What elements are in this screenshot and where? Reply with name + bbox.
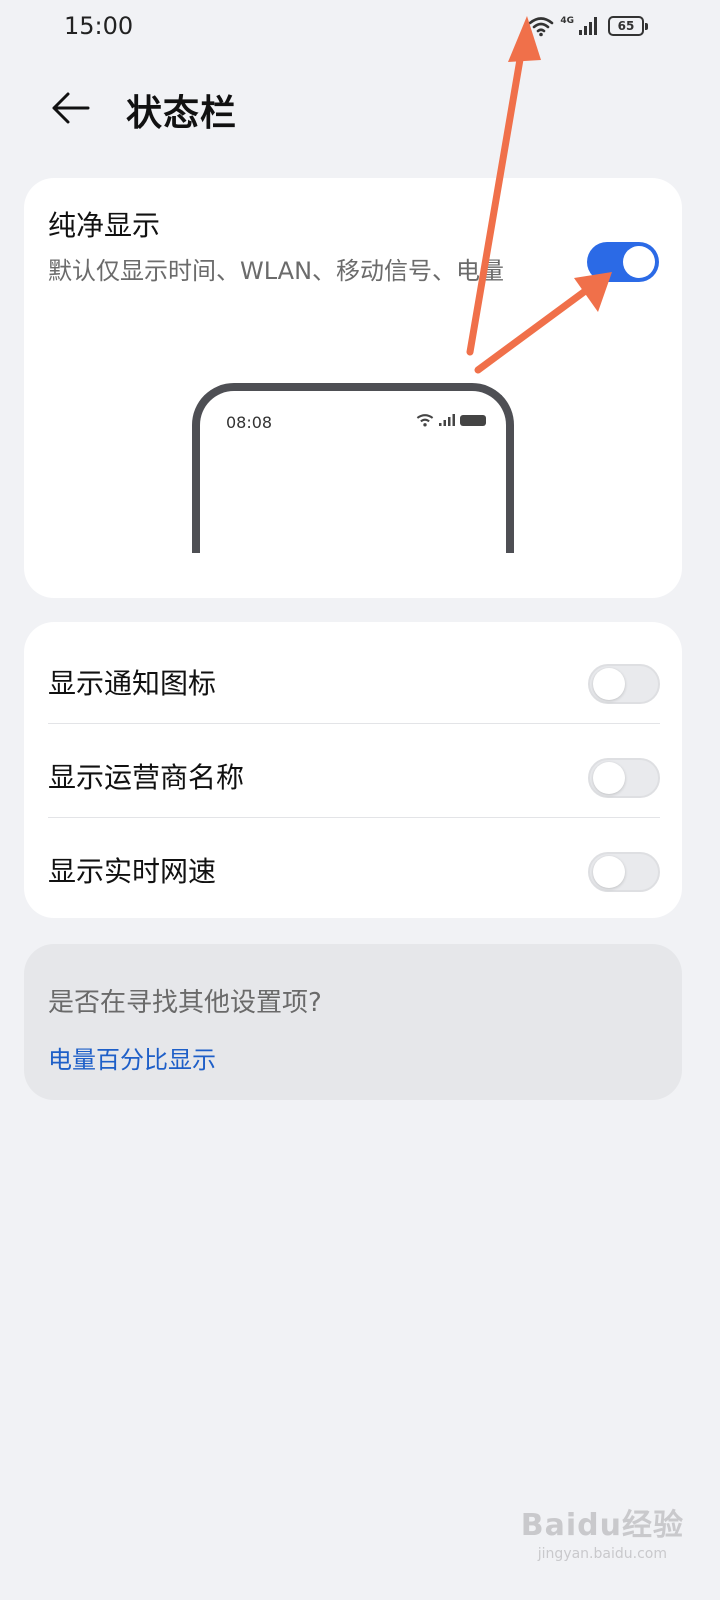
option-label: 显示运营商名称	[48, 761, 245, 794]
option-row-carrier-name[interactable]: 显示运营商名称	[48, 724, 660, 818]
status-bar: 15:00 4G 65	[0, 0, 720, 56]
network-speed-toggle[interactable]	[588, 852, 660, 892]
suggestion-question: 是否在寻找其他设置项?	[48, 988, 322, 1018]
preview-time: 08:08	[226, 413, 273, 432]
toggle-knob	[593, 668, 625, 700]
network-type: 4G	[560, 16, 574, 26]
phone-preview: 08:08	[192, 383, 514, 553]
battery-level: 65	[617, 19, 635, 33]
suggestion-card: 是否在寻找其他设置项? 电量百分比显示	[24, 944, 682, 1100]
option-label: 显示通知图标	[48, 667, 217, 700]
options-card: 显示通知图标 显示运营商名称 显示实时网速	[24, 622, 682, 918]
watermark-url: jingyan.baidu.com	[537, 1546, 667, 1562]
back-arrow-icon[interactable]	[48, 86, 92, 130]
page-title: 状态栏	[126, 93, 238, 134]
battery-icon: 65	[608, 16, 648, 36]
preview-wifi-icon	[416, 414, 434, 427]
wifi-icon	[529, 17, 554, 37]
notification-icons-toggle[interactable]	[588, 664, 660, 704]
status-icons: 4G 65	[528, 14, 648, 38]
option-row-notification-icons[interactable]: 显示通知图标	[48, 630, 660, 724]
page-header: 状态栏	[0, 70, 720, 150]
toggle-knob	[623, 246, 655, 278]
option-row-network-speed[interactable]: 显示实时网速	[48, 818, 660, 912]
toggle-knob	[593, 856, 625, 888]
preview-status-icons	[416, 413, 486, 427]
carrier-name-toggle[interactable]	[588, 758, 660, 798]
toggle-knob	[593, 762, 625, 794]
signal-icon	[579, 17, 597, 35]
status-time: 15:00	[64, 12, 134, 40]
option-label: 显示实时网速	[48, 855, 217, 888]
pure-display-title: 纯净显示	[48, 209, 161, 242]
watermark-logo-text: Baidu经验	[520, 1508, 684, 1543]
pure-display-description: 默认仅显示时间、WLAN、移动信号、电量	[48, 257, 505, 285]
preview-signal-icon	[439, 414, 455, 426]
pure-display-toggle[interactable]	[587, 242, 659, 282]
preview-battery-icon	[460, 414, 486, 426]
pure-display-card: 纯净显示 默认仅显示时间、WLAN、移动信号、电量 08:08	[24, 178, 682, 598]
baidu-watermark: Baidu经验 jingyan.baidu.com	[521, 1500, 684, 1562]
battery-percentage-link[interactable]: 电量百分比显示	[48, 1040, 216, 1075]
